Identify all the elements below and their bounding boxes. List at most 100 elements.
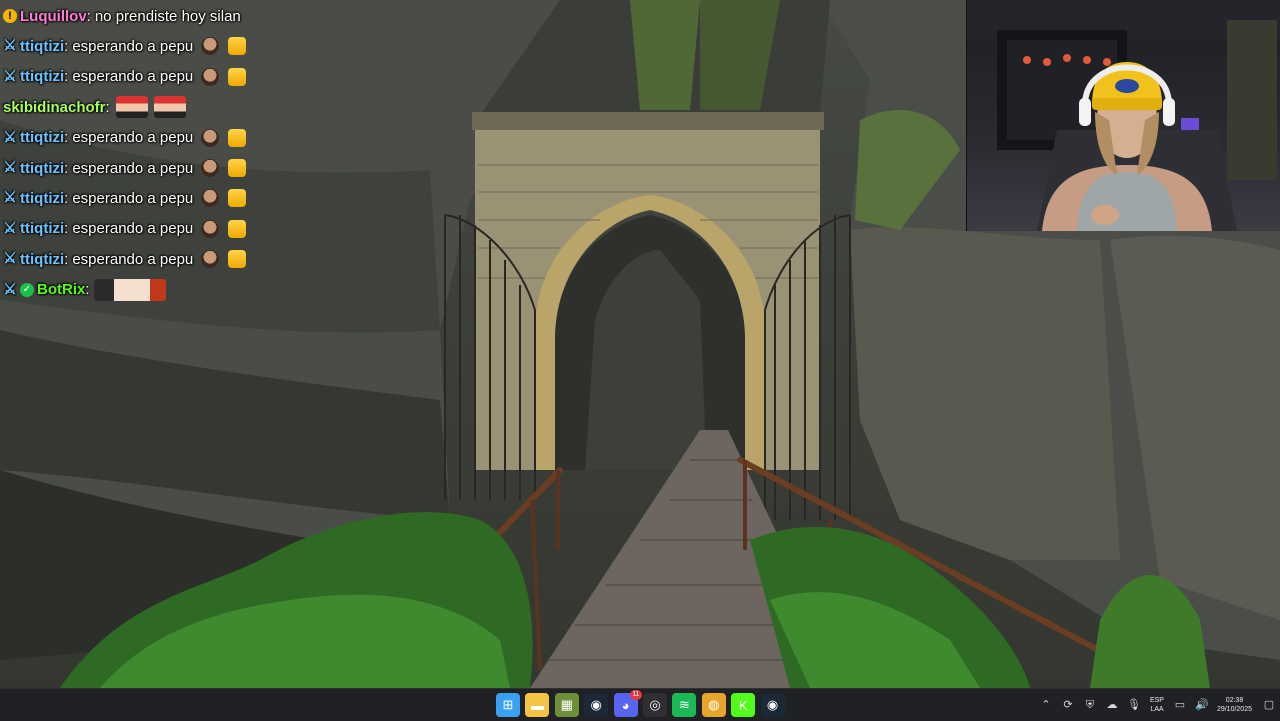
emote-face-icon (201, 219, 220, 238)
taskbar-app-windows-start[interactable]: ⊞ (496, 693, 520, 717)
taskbar-app-minecraft[interactable]: ▦ (554, 693, 579, 717)
shield-icon[interactable]: ⛨ (1083, 698, 1097, 712)
emote-face-icon (201, 37, 220, 56)
chat-message: ⚔ ttiqtizi: esperando a pepu (3, 215, 247, 243)
chat-username[interactable]: skibidinachofr (3, 99, 106, 116)
chat-colon: : (64, 37, 69, 55)
sword-icon: ⚔ (3, 128, 17, 146)
chat-username[interactable]: Luquillov (20, 8, 87, 25)
emote-thumb-icon (228, 37, 247, 56)
sword-icon: ⚔ (3, 37, 17, 55)
emote-big-icon (115, 96, 148, 119)
emote-wide-icon (93, 278, 166, 301)
chat-message: ⚔ ttiqtizi: esperando a pepu (3, 245, 247, 273)
chat-message: skibidinachofr: (3, 93, 186, 121)
chat-colon: : (85, 281, 90, 299)
emote-thumb-icon (228, 67, 247, 86)
grass-block-icon: ▦ (560, 697, 573, 712)
emote-face-icon (201, 189, 220, 208)
webcam-overlay (966, 0, 1280, 231)
chat-colon: : (64, 68, 69, 86)
chat-text: esperando a pepu (72, 129, 194, 147)
notification-bell-icon[interactable]: ▢ (1262, 698, 1276, 712)
emote-thumb-icon (228, 189, 247, 208)
sword-icon: ⚔ (3, 219, 17, 237)
microphone-icon[interactable]: 🎙 (1127, 698, 1141, 712)
windows-logo-icon: ⊞ (502, 697, 514, 712)
taskbar-app-steam-2[interactable]: ◉ (760, 693, 785, 717)
volume-icon[interactable]: 🔊 (1195, 698, 1209, 712)
chat-text: esperando a pepu (72, 159, 194, 177)
language-indicator[interactable]: ESP LAA (1150, 696, 1164, 714)
chat-username[interactable]: ttiqtizi (20, 220, 64, 237)
chat-colon: : (64, 220, 69, 238)
chat-message: ⚔ ttiqtizi: esperando a pepu (3, 124, 247, 152)
chat-message: ⚔ ✓ BotRix: (3, 276, 166, 304)
kick-icon: K (738, 697, 748, 713)
emote-face-icon (201, 128, 220, 147)
emote-thumb-icon (228, 219, 247, 238)
verified-check-icon: ✓ (20, 282, 34, 297)
chat-colon: : (105, 98, 110, 116)
cloud-icon[interactable]: ☁ (1105, 698, 1119, 712)
taskbar-app-file-explorer[interactable]: ▬ (525, 693, 550, 717)
chat-text: esperando a pepu (72, 220, 194, 238)
network-icon[interactable]: ▭ (1173, 698, 1187, 712)
taskbar-app-steam[interactable]: ◉ (584, 693, 609, 717)
sword-icon: ⚔ (3, 159, 17, 176)
steam-icon: ◉ (766, 697, 779, 712)
obs-icon: ◎ (649, 697, 661, 712)
chat-text: esperando a pepu (72, 250, 194, 268)
emote-thumb-icon (228, 159, 247, 177)
chat-text: esperando a pepu (72, 37, 194, 55)
chat-message: ⚔ ttiqtizi: esperando a pepu (3, 32, 247, 60)
windows-taskbar: ⊞ ▬ ▦ ◉ ◕ 11 ◎ ≋ ◍ K ◉ ⌃ ⟳ ⛨ ☁ 🎙 ESP LAA ▭ 🔊 02:38… (0, 688, 1280, 721)
chat-username[interactable]: ttiqtizi (20, 38, 64, 55)
chat-username[interactable]: ttiqtizi (20, 251, 64, 268)
chat-message: ⚔ ttiqtizi: esperando a pepu (3, 63, 247, 91)
sync-icon[interactable]: ⟳ (1061, 698, 1075, 712)
taskbar-app-discord[interactable]: ◕ 11 (613, 690, 642, 717)
taskbar-app-kick[interactable]: K (731, 693, 756, 717)
stream-chat-overlay: ! Luquillov: no prendiste hoy silan ⚔ ttiqti… (0, 0, 470, 310)
chrome-icon: ◍ (708, 697, 720, 712)
sword-icon: ⚔ (3, 280, 17, 298)
spotify-icon: ≋ (678, 697, 690, 712)
chat-username[interactable]: BotRix (37, 281, 85, 298)
chat-text: esperando a pepu (72, 68, 194, 86)
chat-text: esperando a pepu (72, 189, 194, 207)
chat-username[interactable]: ttiqtizi (20, 129, 64, 146)
emote-thumb-icon (228, 128, 247, 147)
clock[interactable]: 02:38 29/10/2025 (1217, 696, 1252, 714)
chat-colon: : (64, 250, 69, 268)
chat-username[interactable]: ttiqtizi (20, 190, 64, 207)
chat-text: no prendiste hoy silan (94, 7, 241, 25)
taskbar-app-spotify[interactable]: ≋ (672, 693, 697, 717)
notification-count-badge: 11 (630, 690, 642, 700)
chat-message: ⚔ ttiqtizi: esperando a pepu (3, 184, 247, 212)
warn-icon: ! (3, 9, 17, 23)
webcam-scene (967, 0, 1280, 231)
language-code: ESP (1149, 697, 1164, 704)
emote-big-icon (153, 96, 186, 119)
emote-thumb-icon (228, 250, 247, 269)
chat-message: ! Luquillov: no prendiste hoy silan (3, 2, 241, 30)
folder-icon: ▬ (530, 697, 544, 713)
sword-icon: ⚔ (3, 250, 17, 268)
discord-icon: ◕ (621, 697, 630, 713)
taskbar-app-obs[interactable]: ◎ (643, 693, 667, 717)
taskbar-app-chrome[interactable]: ◍ (701, 693, 726, 717)
chat-colon: : (64, 189, 69, 207)
chat-colon: : (64, 129, 69, 147)
emote-face-icon (201, 250, 220, 269)
chat-username[interactable]: ttiqtizi (20, 160, 64, 177)
sword-icon: ⚔ (3, 189, 17, 207)
language-region: LAA (1150, 706, 1164, 713)
steam-icon: ◉ (590, 697, 602, 712)
chat-username[interactable]: ttiqtizi (20, 68, 64, 85)
clock-date: 29/10/2025 (1216, 706, 1252, 713)
chevron-up-icon[interactable]: ⌃ (1039, 698, 1053, 712)
emote-face-icon (201, 159, 220, 177)
chat-colon: : (64, 159, 69, 177)
sword-icon: ⚔ (3, 67, 17, 85)
